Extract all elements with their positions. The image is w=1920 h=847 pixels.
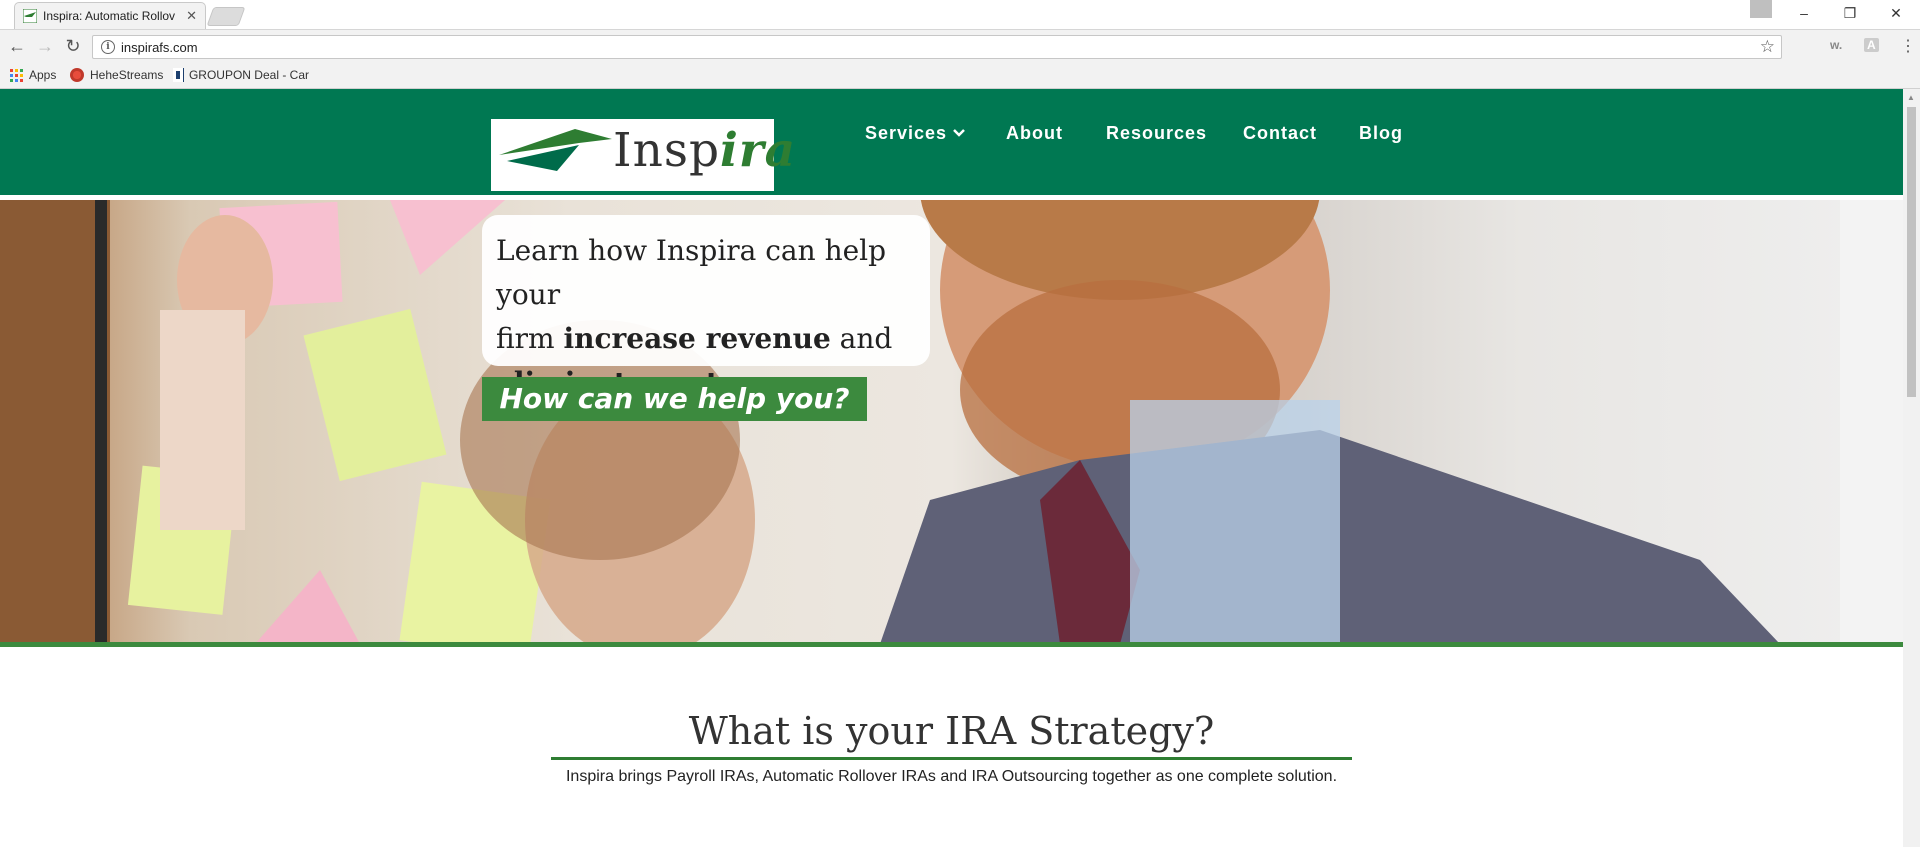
bookmark-label: HeheStreams bbox=[90, 68, 164, 82]
nav-label: Services bbox=[865, 122, 948, 143]
chrome-menu-icon[interactable]: ⋮ bbox=[1900, 36, 1916, 56]
forward-icon[interactable]: → bbox=[34, 36, 56, 57]
browser-tab[interactable]: Inspira: Automatic Rollov ✕ bbox=[14, 2, 206, 29]
inspira-logo[interactable]: Inspira bbox=[491, 119, 795, 191]
section-subtitle: Inspira brings Payroll IRAs, Automatic R… bbox=[565, 768, 1338, 785]
back-icon[interactable]: ← bbox=[6, 36, 28, 57]
chevron-down-icon bbox=[953, 129, 965, 137]
nav-resources[interactable]: Resources bbox=[1106, 121, 1207, 145]
web-page: Inspira Services About Resources Contact… bbox=[0, 89, 1903, 847]
nav-label: Blog bbox=[1359, 122, 1403, 143]
nav-label: About bbox=[1006, 122, 1063, 143]
browser-titlebar: Inspira: Automatic Rollov ✕ – ❐ ✕ bbox=[0, 0, 1920, 29]
hero-callout: Learn how Inspira can help your firm inc… bbox=[482, 215, 930, 399]
nav-blog[interactable]: Blog bbox=[1359, 121, 1403, 145]
nav-label: Contact bbox=[1243, 122, 1317, 143]
hero-image bbox=[0, 200, 1903, 644]
hero-bottom-border bbox=[0, 642, 1903, 647]
info-icon[interactable]: i bbox=[101, 40, 115, 54]
url-text[interactable]: inspirafs.com bbox=[121, 40, 198, 55]
extension-w-icon[interactable]: w. bbox=[1830, 38, 1842, 52]
new-tab-button[interactable] bbox=[206, 7, 246, 26]
logo-roof-icon bbox=[499, 129, 612, 171]
nav-contact[interactable]: Contact bbox=[1243, 121, 1317, 145]
extension-a-icon[interactable]: A bbox=[1864, 38, 1879, 52]
close-tab-icon[interactable]: ✕ bbox=[186, 8, 197, 24]
hehestreams-icon bbox=[70, 68, 84, 82]
nav-label: Resources bbox=[1106, 122, 1208, 143]
bookmark-apps[interactable]: Apps bbox=[10, 68, 56, 82]
bookmarks-bar: Apps HeheStreams GROUPON Deal - Car bbox=[0, 65, 1920, 89]
groupon-icon bbox=[173, 68, 184, 82]
bookmark-label: Apps bbox=[29, 68, 57, 82]
inspira-favicon-icon bbox=[23, 9, 37, 23]
address-bar[interactable]: i inspirafs.com ☆ bbox=[92, 35, 1782, 59]
profile-icon[interactable] bbox=[1750, 0, 1772, 18]
minimize-icon[interactable]: – bbox=[1781, 0, 1827, 26]
site-header: Inspira Services About Resources Contact… bbox=[0, 89, 1903, 195]
bookmark-hehestreams[interactable]: HeheStreams bbox=[70, 68, 163, 82]
hero-photo-illustration bbox=[0, 200, 1903, 644]
bookmark-groupon[interactable]: GROUPON Deal - Car bbox=[173, 68, 309, 82]
bookmark-label: GROUPON Deal - Car bbox=[188, 68, 309, 82]
nav-about[interactable]: About bbox=[1006, 121, 1063, 145]
tab-title: Inspira: Automatic Rollov bbox=[43, 9, 176, 23]
section-underline bbox=[551, 757, 1352, 760]
page-scrollbar[interactable]: ▲ bbox=[1903, 89, 1920, 847]
close-window-icon[interactable]: ✕ bbox=[1873, 0, 1919, 26]
scroll-up-icon[interactable]: ▲ bbox=[1907, 93, 1915, 102]
browser-toolbar: ← → ↻ i inspirafs.com ☆ w. A ⋮ bbox=[0, 29, 1920, 65]
bookmark-star-icon[interactable]: ☆ bbox=[1760, 37, 1775, 57]
apps-grid-icon bbox=[10, 68, 23, 82]
logo-text: Inspira bbox=[613, 123, 797, 178]
section-title: What is your IRA Strategy? bbox=[688, 709, 1215, 753]
scroll-thumb[interactable] bbox=[1907, 107, 1916, 397]
restore-icon[interactable]: ❐ bbox=[1827, 0, 1873, 26]
reload-icon[interactable]: ↻ bbox=[62, 36, 84, 57]
how-can-we-help-button[interactable]: How can we help you? bbox=[482, 377, 867, 421]
nav-services[interactable]: Services bbox=[865, 121, 965, 145]
